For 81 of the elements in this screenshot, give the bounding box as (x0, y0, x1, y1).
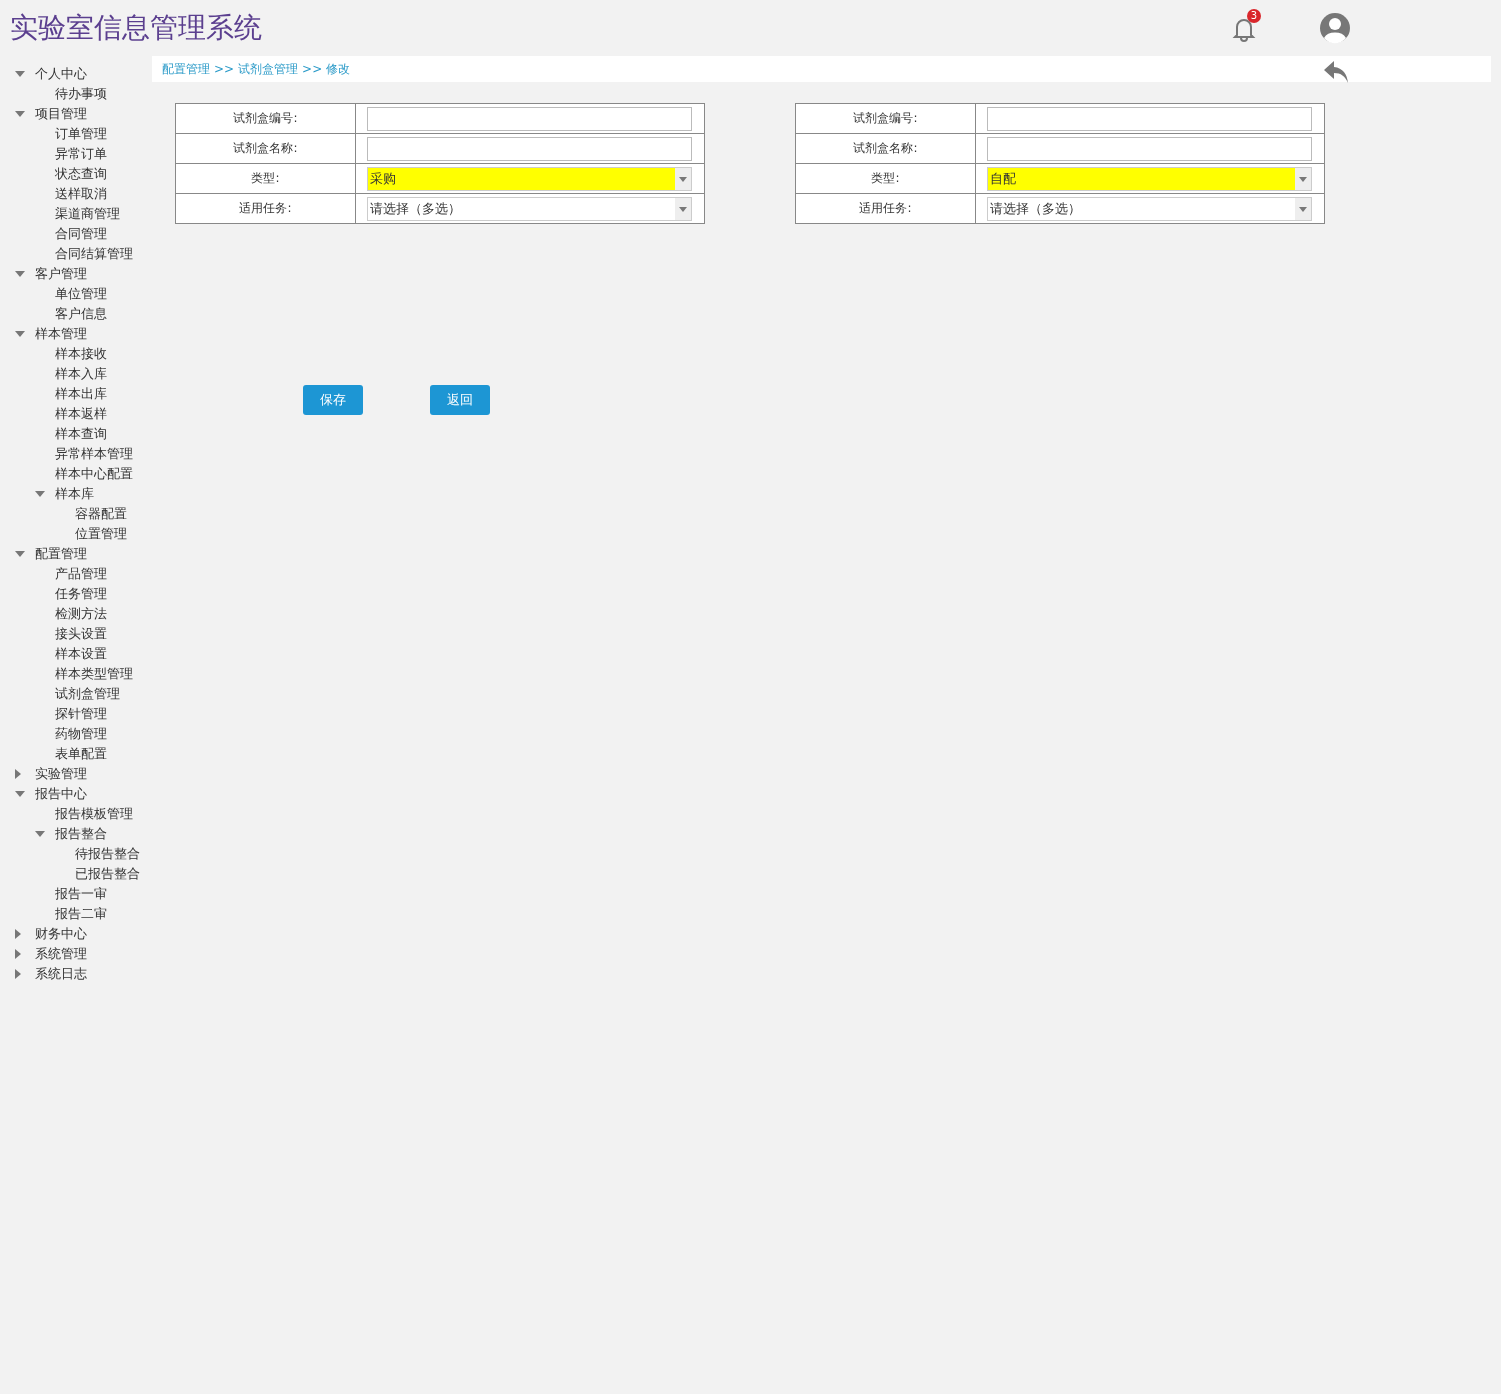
sidebar-item[interactable]: 客户管理 (35, 265, 87, 283)
dropdown-caret-icon[interactable] (1295, 197, 1311, 220)
sidebar-item[interactable]: 样本设置 (55, 645, 107, 663)
back-arrow-icon[interactable] (1322, 59, 1350, 85)
sidebar-item[interactable]: 送样取消 (55, 185, 107, 203)
field-label: 试剂盒名称: (175, 133, 356, 164)
sidebar-item[interactable]: 产品管理 (55, 565, 107, 583)
sidebar-item[interactable]: 待报告整合 (75, 845, 140, 863)
sidebar-item[interactable]: 异常样本管理 (55, 445, 133, 463)
sidebar-item[interactable]: 样本入库 (55, 365, 107, 383)
dropdown-caret-icon[interactable] (675, 197, 691, 220)
sidebar-item[interactable]: 样本中心配置 (55, 465, 133, 483)
field-label: 适用任务: (795, 193, 976, 224)
collapse-arrow-icon[interactable] (15, 769, 21, 779)
expand-arrow-icon[interactable] (15, 551, 25, 557)
dropdown-caret-icon[interactable] (675, 167, 691, 190)
sidebar-item[interactable]: 容器配置 (75, 505, 127, 523)
field-label: 类型: (795, 163, 976, 194)
expand-arrow-icon[interactable] (35, 491, 45, 497)
text-input[interactable] (987, 136, 1312, 161)
sidebar-item[interactable]: 样本出库 (55, 385, 107, 403)
sidebar-item[interactable]: 待办事项 (55, 85, 107, 103)
sidebar-item[interactable]: 报告二审 (55, 905, 107, 923)
field-label: 试剂盒名称: (795, 133, 976, 164)
sidebar-item[interactable]: 报告中心 (35, 785, 87, 803)
expand-arrow-icon[interactable] (35, 831, 45, 837)
sidebar-item[interactable]: 合同管理 (55, 225, 107, 243)
dropdown-select[interactable]: 采购 (367, 166, 692, 191)
sidebar-item[interactable]: 个人中心 (35, 65, 87, 83)
field-label: 试剂盒编号: (175, 103, 356, 134)
sidebar-item[interactable]: 接头设置 (55, 625, 107, 643)
sidebar-item[interactable]: 报告模板管理 (55, 805, 133, 823)
sidebar-item[interactable]: 报告整合 (55, 825, 107, 843)
sidebar-item[interactable]: 试剂盒管理 (55, 685, 120, 703)
sidebar-item[interactable]: 异常订单 (55, 145, 107, 163)
sidebar-item[interactable]: 财务中心 (35, 925, 87, 943)
dropdown-select[interactable]: 请选择（多选） (367, 196, 692, 221)
sidebar-item[interactable]: 样本类型管理 (55, 665, 133, 683)
dropdown-caret-icon[interactable] (1295, 167, 1311, 190)
sidebar-item[interactable]: 项目管理 (35, 105, 87, 123)
sidebar-item[interactable]: 位置管理 (75, 525, 127, 543)
text-input[interactable] (367, 136, 692, 161)
sidebar-item[interactable]: 单位管理 (55, 285, 107, 303)
sidebar-item[interactable]: 样本库 (55, 485, 94, 503)
field-label: 类型: (175, 163, 356, 194)
text-input[interactable] (367, 106, 692, 131)
sidebar-item[interactable]: 订单管理 (55, 125, 107, 143)
sidebar-item[interactable]: 系统管理 (35, 945, 87, 963)
sidebar-item[interactable]: 探针管理 (55, 705, 107, 723)
field-label: 适用任务: (175, 193, 356, 224)
sidebar-item[interactable]: 状态查询 (55, 165, 107, 183)
sidebar-item[interactable]: 样本查询 (55, 425, 107, 443)
sidebar-item[interactable]: 渠道商管理 (55, 205, 120, 223)
expand-arrow-icon[interactable] (15, 71, 25, 77)
sidebar-item[interactable]: 实验管理 (35, 765, 87, 783)
sidebar-item[interactable]: 样本管理 (35, 325, 87, 343)
sidebar-item[interactable]: 报告一审 (55, 885, 107, 903)
sidebar-item[interactable]: 任务管理 (55, 585, 107, 603)
app-title: 实验室信息管理系统 (10, 10, 262, 46)
dropdown-select[interactable]: 请选择（多选） (987, 196, 1312, 221)
sidebar-item[interactable]: 表单配置 (55, 745, 107, 763)
sidebar-item[interactable]: 样本接收 (55, 345, 107, 363)
sidebar-item[interactable]: 已报告整合 (75, 865, 140, 883)
breadcrumb-separator: >> (214, 62, 235, 76)
sidebar-item[interactable]: 合同结算管理 (55, 245, 133, 263)
expand-arrow-icon[interactable] (15, 111, 25, 117)
expand-arrow-icon[interactable] (15, 271, 25, 277)
avatar-icon[interactable] (1319, 12, 1351, 44)
sidebar-item[interactable]: 药物管理 (55, 725, 107, 743)
sidebar-item[interactable]: 样本返样 (55, 405, 107, 423)
breadcrumb-separator: >> (302, 62, 323, 76)
sidebar-item[interactable]: 检测方法 (55, 605, 107, 623)
expand-arrow-icon[interactable] (15, 791, 25, 797)
sidebar-item[interactable]: 客户信息 (55, 305, 107, 323)
sidebar-item[interactable]: 系统日志 (35, 965, 87, 983)
dropdown-select[interactable]: 自配 (987, 166, 1312, 191)
field-label: 试剂盒编号: (795, 103, 976, 134)
text-input[interactable] (987, 106, 1312, 131)
expand-arrow-icon[interactable] (15, 331, 25, 337)
notification-badge: 3 (1247, 9, 1261, 23)
sidebar-item[interactable]: 配置管理 (35, 545, 87, 563)
